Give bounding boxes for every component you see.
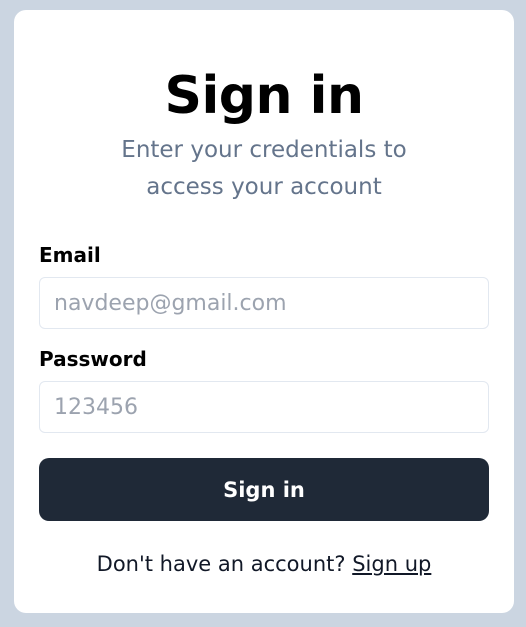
email-label: Email: [39, 243, 101, 267]
page-subtitle: Enter your credentials to access your ac…: [121, 137, 407, 200]
page-title: Sign in: [164, 66, 364, 126]
password-label: Password: [39, 347, 147, 371]
sign-in-button[interactable]: Sign in: [39, 458, 489, 521]
signup-prompt: Don't have an account? Sign up: [39, 549, 489, 579]
signin-form: Email Password Sign in: [39, 243, 489, 521]
signup-prompt-text: Don't have an account?: [96, 552, 346, 576]
sign-up-link[interactable]: Sign up: [352, 552, 431, 576]
signin-card: Sign in Enter your credentials to access…: [14, 10, 514, 613]
email-field[interactable]: [39, 277, 489, 329]
password-field[interactable]: [39, 381, 489, 433]
